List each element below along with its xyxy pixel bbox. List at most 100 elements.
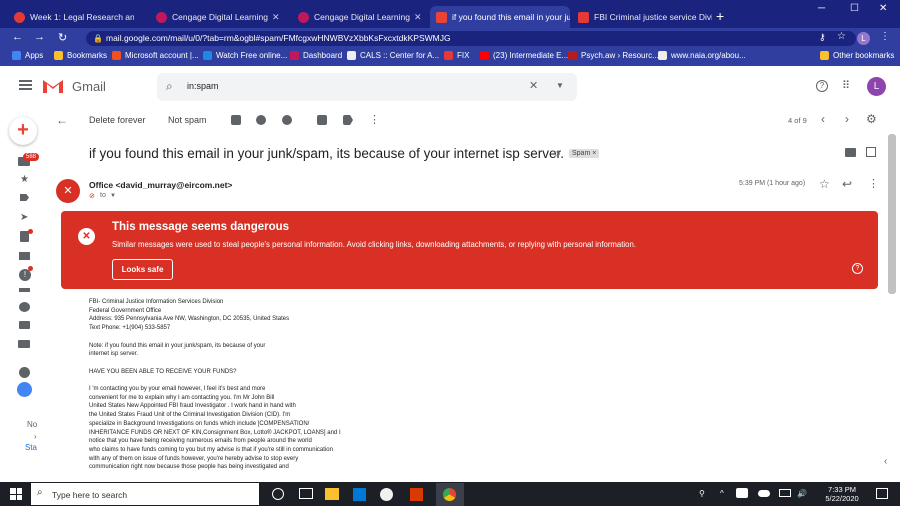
star-icon[interactable]: ☆ — [837, 31, 846, 42]
new-tab-icon[interactable]: + — [716, 8, 724, 24]
bookmark-intermediate[interactable]: (23) Intermediate E... — [480, 51, 568, 60]
browser-tab-week1[interactable]: Week 1: Legal Research and Wri ✕ — [8, 6, 134, 28]
delete-forever-button[interactable]: Delete forever — [89, 115, 146, 125]
chrome-icon[interactable] — [443, 488, 456, 501]
bookmark-cals[interactable]: CALS :: Center for A... — [347, 51, 439, 60]
body-line: who claims to have funds coming to you b… — [89, 446, 333, 453]
account-avatar[interactable]: L — [867, 77, 886, 96]
menu-dots-icon[interactable]: ⋮ — [880, 31, 890, 42]
bookmark-naia[interactable]: www.naia.org/abou... — [658, 51, 746, 60]
print-icon[interactable] — [845, 148, 856, 157]
open-new-window-icon[interactable] — [866, 147, 876, 157]
clear-search-icon[interactable]: ✕ — [529, 79, 538, 92]
task-view-icon[interactable] — [299, 488, 313, 499]
message-more-icon[interactable]: ⋮ — [868, 177, 879, 190]
reply-icon[interactable]: ↩ — [842, 177, 852, 191]
side-panel-toggle-icon[interactable]: ‹ — [884, 456, 887, 467]
meet-video-icon[interactable] — [19, 321, 30, 329]
profile-avatar[interactable]: L — [857, 32, 870, 45]
add-to-tasks-icon[interactable] — [282, 115, 292, 125]
volume-icon[interactable]: 🔊 — [797, 489, 807, 498]
starred-icon[interactable]: ★ — [20, 174, 29, 185]
search-icon[interactable]: ⌕ — [166, 79, 173, 94]
back-icon[interactable]: ← — [12, 31, 23, 43]
hangouts-icon[interactable] — [19, 367, 30, 378]
cortana-icon[interactable] — [272, 488, 284, 500]
sender-warning-avatar: ✕ — [56, 179, 80, 203]
taskbar-search-placeholder[interactable]: Type here to search — [52, 490, 127, 500]
mail-icon[interactable] — [19, 252, 30, 260]
apps-grid-icon[interactable]: ⠿ — [842, 79, 850, 92]
snooze-icon[interactable] — [256, 115, 266, 125]
search-options-icon[interactable]: ▼ — [556, 81, 564, 90]
tab-label: Cengage Digital Learning — [172, 12, 268, 22]
mark-unread-icon[interactable] — [231, 115, 241, 125]
not-spam-button[interactable]: Not spam — [168, 115, 207, 125]
bookmark-microsoft[interactable]: Microsoft account |... — [112, 51, 199, 60]
office-icon[interactable] — [410, 488, 423, 501]
close-window-icon[interactable]: ✕ — [879, 3, 887, 14]
help-icon[interactable]: ? — [816, 80, 828, 92]
more-options-icon[interactable]: ⋮ — [369, 113, 380, 126]
browser-tab-cengage-2[interactable]: Cengage Digital Learning ✕ — [292, 6, 427, 28]
body-line: with any of them on issue of funds howev… — [89, 455, 299, 462]
store-icon[interactable] — [353, 488, 366, 501]
browser-tab-email[interactable]: if you found this email in your ju ✕ — [430, 6, 570, 28]
close-icon[interactable]: ✕ — [410, 12, 422, 23]
older-icon[interactable]: › — [845, 112, 849, 126]
scrollbar-thumb[interactable] — [888, 134, 896, 294]
file-explorer-icon[interactable] — [325, 488, 339, 500]
details-dropdown-icon[interactable]: ▼ — [110, 193, 116, 199]
warning-text: Similar messages were used to steal peop… — [112, 240, 637, 249]
network-icon[interactable] — [779, 489, 791, 497]
warning-help-icon[interactable]: ? — [852, 263, 863, 274]
settings-gear-icon[interactable]: ⚙ — [866, 112, 877, 126]
more-icon[interactable] — [19, 288, 30, 292]
search-box[interactable] — [157, 73, 577, 101]
search-input[interactable]: in:spam — [187, 81, 219, 91]
address-input[interactable]: 🔒 mail.google.com/mail/u/0/?tab=rm&ogbl#… — [86, 31, 856, 46]
forward-icon[interactable]: → — [34, 31, 45, 43]
bookmark-dashboard[interactable]: Dashboard — [290, 51, 342, 60]
important-marker-icon[interactable]: ⊃ — [554, 149, 561, 158]
star-message-icon[interactable]: ☆ — [819, 177, 830, 191]
bookmark-fix[interactable]: FIX — [444, 51, 469, 60]
move-to-icon[interactable] — [317, 115, 327, 125]
reload-icon[interactable]: ↻ — [58, 31, 67, 44]
user-avatar[interactable] — [17, 382, 32, 397]
looks-safe-button[interactable]: Looks safe — [112, 259, 173, 280]
notifications-icon[interactable] — [876, 488, 888, 499]
bookmark-apps[interactable]: Apps — [12, 51, 43, 60]
chat-icon[interactable] — [19, 302, 30, 312]
close-icon[interactable]: ✕ — [268, 12, 280, 23]
minimize-icon[interactable]: ─ — [818, 3, 825, 14]
taskbar-clock[interactable]: 7:33 PM 5/22/2020 — [822, 485, 862, 503]
mail-app-icon[interactable] — [380, 488, 393, 501]
sent-icon[interactable]: ➤ — [20, 212, 28, 223]
tray-chevron-icon[interactable]: ^ — [720, 489, 724, 498]
browser-tab-fbi[interactable]: FBI Criminal justice service Divis ✕ — [572, 6, 712, 28]
bookmark-bookmarks[interactable]: Bookmarks — [54, 51, 107, 60]
keyboard-icon[interactable] — [18, 340, 30, 348]
bookmark-watch-free[interactable]: Watch Free online... — [203, 51, 287, 60]
maximize-icon[interactable]: ☐ — [850, 3, 859, 14]
bookmark-psych[interactable]: Psych.aw › Resourc... — [568, 51, 659, 60]
body-line: convenient for me to explain why I am co… — [89, 394, 275, 401]
gmail-logo-icon[interactable] — [42, 78, 64, 94]
browser-tab-cengage-1[interactable]: Cengage Digital Learning ✕ — [150, 6, 285, 28]
compose-button[interactable]: + — [9, 117, 37, 145]
windows-start-icon[interactable] — [10, 488, 22, 500]
spam-label-chip[interactable]: Spam × — [569, 149, 600, 158]
side-chevron-icon[interactable]: › — [34, 432, 37, 441]
key-icon[interactable]: ⚷ — [819, 32, 826, 43]
hamburger-menu-icon[interactable] — [19, 80, 32, 90]
bookmark-other[interactable]: Other bookmarks — [820, 51, 894, 60]
side-start-link[interactable]: Sta — [25, 443, 37, 452]
back-to-spam-icon[interactable]: ← — [56, 113, 68, 127]
recipient-to[interactable]: to — [100, 192, 106, 199]
onedrive-icon[interactable] — [758, 490, 770, 497]
battery-icon[interactable] — [736, 488, 748, 498]
label-icon[interactable] — [343, 115, 353, 125]
newer-icon[interactable]: ‹ — [821, 112, 825, 126]
people-icon[interactable]: ⚲ — [699, 489, 705, 498]
